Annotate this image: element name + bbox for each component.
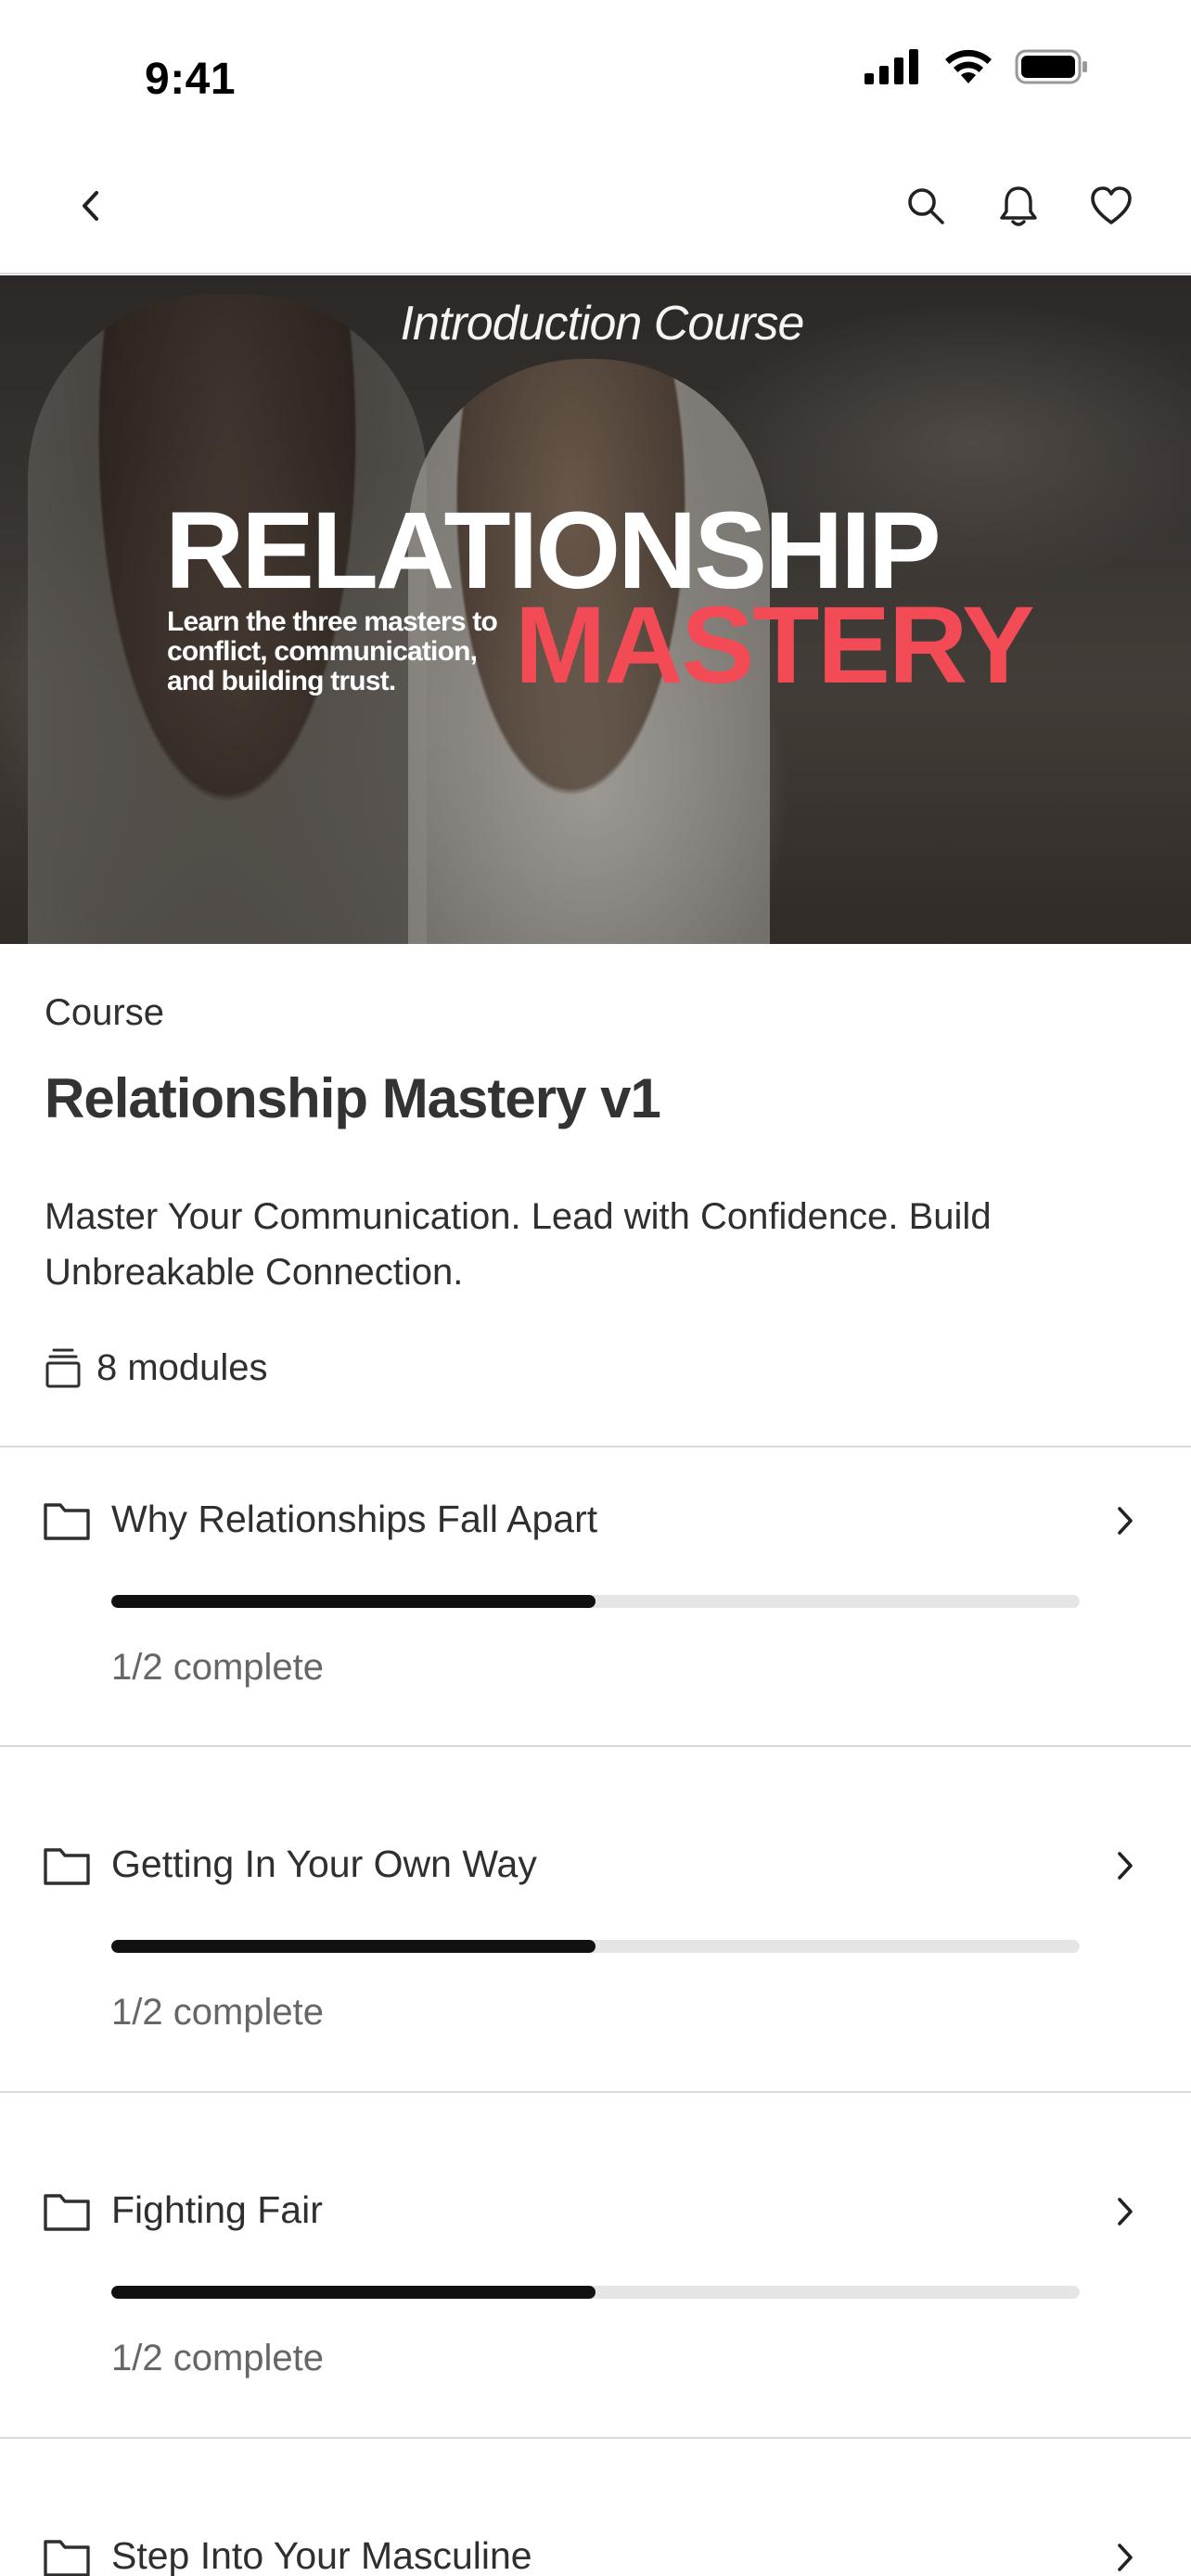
module-progress-bar [111, 1595, 1080, 1608]
folder-icon [44, 2540, 90, 2576]
chevron-right-icon [1109, 2193, 1141, 2230]
cellular-signal-icon [864, 49, 918, 84]
heart-icon [1091, 186, 1132, 224]
module-progress-fill [111, 2286, 596, 2299]
chevron-right-icon [1109, 1502, 1141, 1539]
module-status: 1/2 complete [111, 2338, 325, 2378]
folder-icon [44, 1503, 90, 1540]
module-title: Step Into Your Masculine [111, 2534, 532, 2576]
module-progress-fill [111, 1940, 596, 1953]
modules-count: 8 modules [96, 1346, 268, 1388]
module-item-4[interactable]: Step Into Your Masculine [0, 2439, 1191, 2576]
folder-icon [44, 1848, 90, 1885]
module-progress-bar [111, 1940, 1080, 1953]
top-navigation-bar [0, 139, 1191, 274]
module-progress-bar [111, 2286, 1080, 2299]
module-title: Why Relationships Fall Apart [111, 1498, 598, 1540]
battery-icon [1015, 49, 1087, 84]
favorite-button[interactable] [1087, 182, 1135, 230]
module-progress-fill [111, 1595, 596, 1608]
stack-icon [45, 1348, 81, 1388]
notifications-button[interactable] [994, 182, 1043, 230]
hero-subtitle: Introduction Course [0, 296, 1191, 351]
status-bar: 9:41 [0, 0, 1191, 139]
bell-icon [1000, 186, 1037, 226]
nav-actions [902, 182, 1135, 230]
course-description: Master Your Communication. Lead with Con… [45, 1196, 992, 1293]
folder-icon [44, 2194, 90, 2231]
wifi-icon [945, 49, 992, 83]
chevron-right-icon [1109, 1847, 1141, 1884]
module-item-2[interactable]: Getting In Your Own Way 1/2 complete [0, 1747, 1191, 2091]
module-title: Fighting Fair [111, 2188, 323, 2231]
module-status: 1/2 complete [111, 1647, 325, 1688]
hero-title-line2: MASTERY [515, 584, 1035, 707]
module-item-3[interactable]: Fighting Fair 1/2 complete [0, 2093, 1191, 2437]
module-title: Getting In Your Own Way [111, 1843, 537, 1885]
status-time: 9:41 [145, 55, 237, 104]
chevron-left-icon [83, 191, 98, 221]
back-button[interactable] [67, 182, 115, 230]
chevron-right-icon [1109, 2539, 1141, 2576]
course-hero-image: Introduction Course RELATIONSHIP Learn t… [0, 275, 1191, 944]
course-title: Relationship Mastery v1 [45, 1067, 661, 1129]
status-icons [864, 48, 1089, 85]
modules-count-row: 8 modules [45, 1346, 268, 1389]
module-status: 1/2 complete [111, 1992, 325, 2033]
module-item-1[interactable]: Why Relationships Fall Apart 1/2 complet… [0, 1447, 1191, 1745]
hero-tagline: Learn the three masters to conflict, com… [167, 606, 498, 696]
course-page: 9:41 Introduction Course RELATIONSHIP Le… [0, 0, 1191, 2576]
course-type-label: Course [45, 992, 164, 1033]
search-icon [908, 188, 944, 224]
search-button[interactable] [902, 182, 950, 230]
hero-subtitle-text: Introduction Course [400, 297, 805, 351]
